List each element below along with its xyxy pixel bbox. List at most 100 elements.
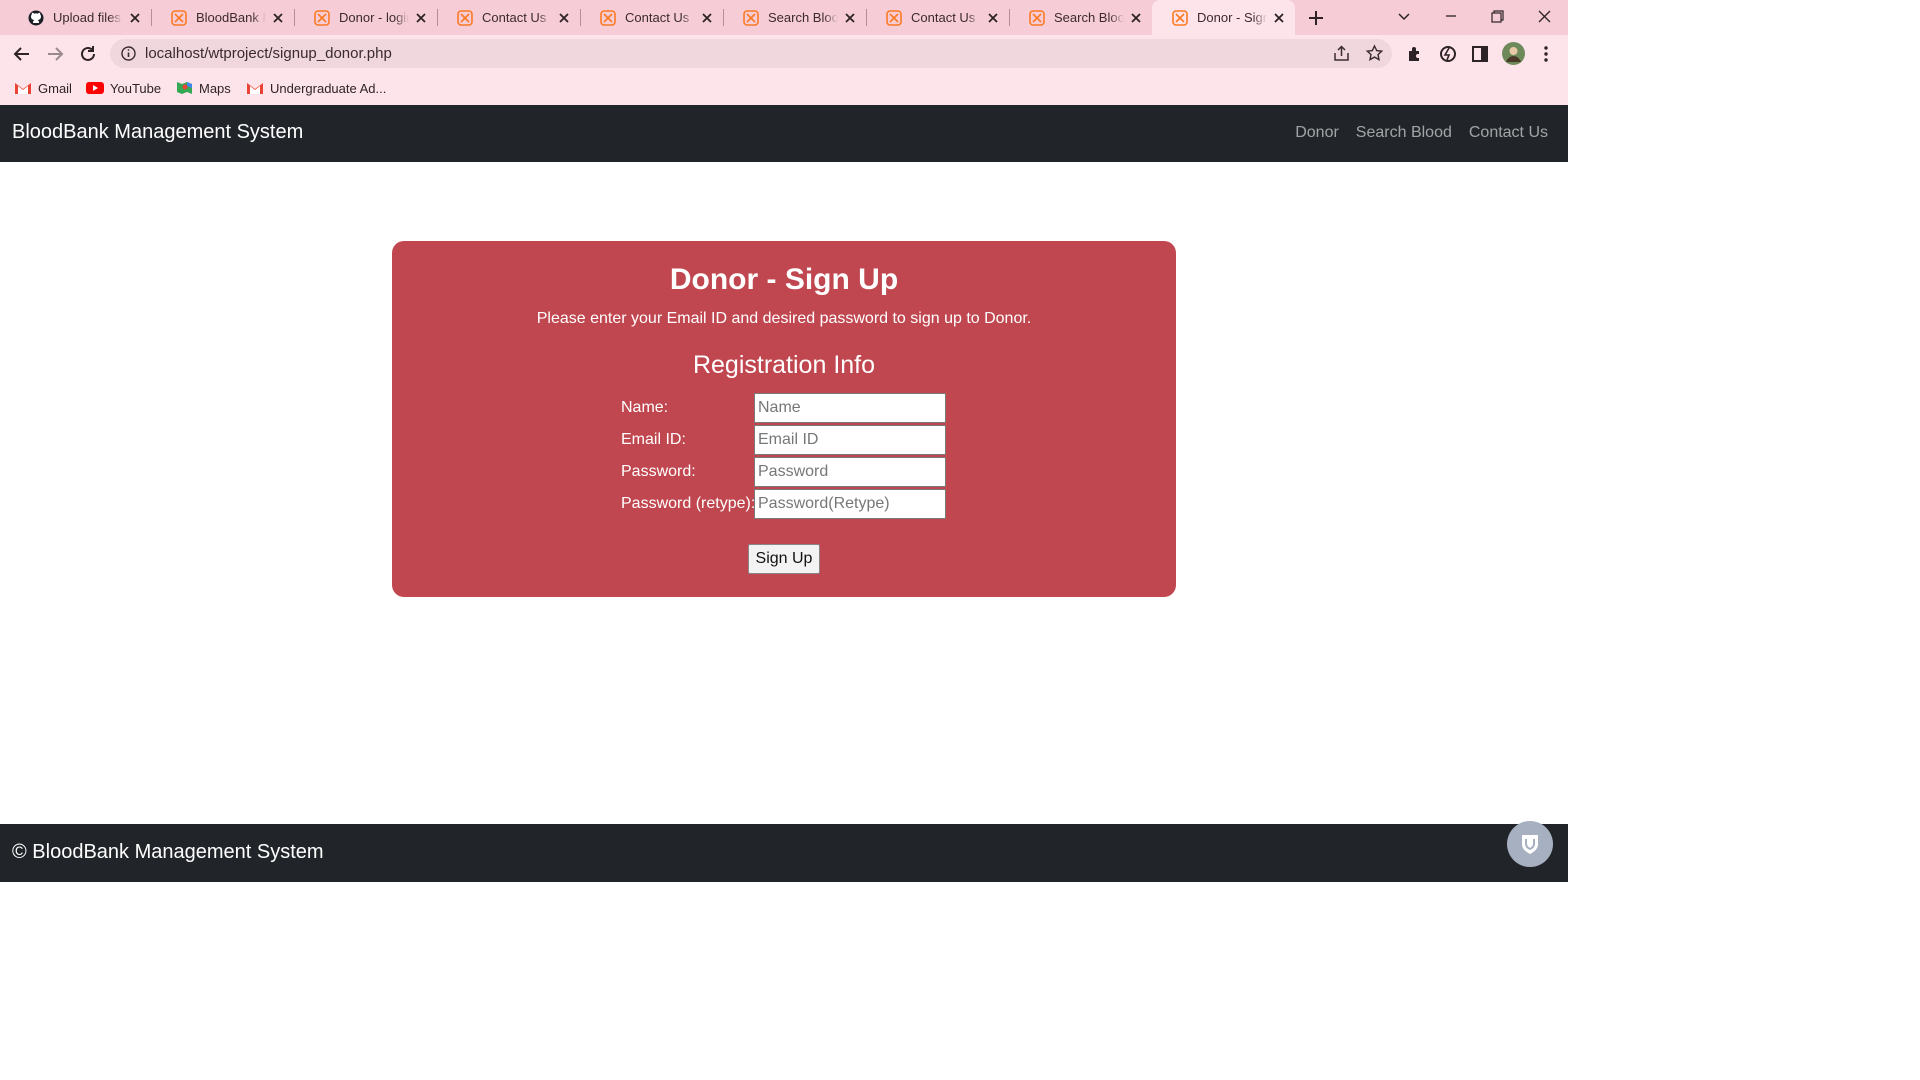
close-tab-icon[interactable] (556, 10, 572, 26)
tab-separator (151, 9, 152, 26)
tab-title: Donor - Sign U (1197, 10, 1267, 25)
extension-icon[interactable] (1438, 44, 1458, 64)
tab-title: Search Blood (768, 10, 838, 25)
close-tab-icon[interactable] (413, 10, 429, 26)
password-label: Password: (621, 463, 696, 480)
browser-tab[interactable]: Donor - login (294, 0, 437, 35)
xampp-icon (457, 9, 473, 26)
close-tab-icon[interactable] (270, 10, 286, 26)
gmail-icon (15, 83, 31, 94)
sign-up-button[interactable]: Sign Up (748, 544, 820, 574)
browser-tab[interactable]: Donor - Sign U (1152, 0, 1295, 35)
name-input[interactable] (754, 393, 946, 423)
tab-title: Contact Us (625, 10, 690, 25)
share-icon[interactable] (1332, 44, 1351, 63)
side-panel-icon[interactable] (1470, 44, 1490, 64)
name-label: Name: (621, 399, 669, 416)
nav-links: Donor Search Blood Contact Us (1295, 124, 1548, 142)
browser-tab[interactable]: BloodBank Ma (151, 0, 294, 35)
form-row-email: Email ID: (621, 425, 951, 455)
extensions-puzzle-icon[interactable] (1405, 44, 1425, 64)
address-bar[interactable]: localhost/wtproject/signup_donor.php (110, 39, 1392, 68)
tab-title: Search Blood (1054, 10, 1124, 25)
bookmark-gmail[interactable]: Gmail (14, 79, 72, 97)
browser-tab[interactable]: Search Blood (723, 0, 866, 35)
xampp-icon (743, 9, 759, 26)
form-row-name: Name: (621, 393, 951, 423)
bookmark-label: Gmail (38, 80, 72, 96)
reload-icon[interactable] (77, 43, 99, 65)
tab-title: Donor - login (339, 10, 409, 25)
bookmark-label: Maps (199, 80, 231, 96)
password-retype-label: Password (retype): (621, 495, 756, 512)
tab-search-icon[interactable] (1392, 6, 1416, 28)
tab-title: Contact Us (482, 10, 547, 25)
section-title: Registration Info (692, 351, 876, 379)
email-label: Email ID: (621, 431, 686, 448)
tab-separator (580, 9, 581, 26)
url-text[interactable]: localhost/wtproject/signup_donor.php (145, 45, 392, 62)
close-tab-icon[interactable] (1271, 10, 1287, 26)
bookmarks-bar: Gmail YouTube Maps Undergraduate Ad... (0, 72, 1568, 105)
site-brand[interactable]: BloodBank Management System (12, 121, 303, 144)
nav-link-search-blood[interactable]: Search Blood (1356, 124, 1452, 142)
xampp-icon (886, 9, 902, 26)
site-navbar: BloodBank Management System Donor Search… (0, 105, 1568, 162)
xampp-icon (1172, 9, 1188, 26)
profile-avatar[interactable] (1502, 42, 1525, 65)
browser-menu-icon[interactable] (1536, 44, 1556, 64)
nav-link-contact-us[interactable]: Contact Us (1469, 124, 1548, 142)
email-input[interactable] (754, 425, 946, 455)
browser-toolbar: localhost/wtproject/signup_donor.php (0, 35, 1568, 72)
xampp-icon (1029, 9, 1045, 26)
minimize-icon[interactable] (1439, 6, 1463, 28)
back-arrow-icon[interactable] (11, 43, 33, 65)
github-icon (28, 10, 44, 25)
bookmark-star-icon[interactable] (1365, 44, 1384, 63)
floating-shield-button[interactable] (1507, 821, 1553, 867)
tab-title: Contact Us (911, 10, 976, 25)
xampp-icon (600, 9, 616, 26)
password-input[interactable] (754, 457, 946, 487)
browser-tab[interactable]: Contact Us (580, 0, 723, 35)
bookmark-label: Undergraduate Ad... (270, 80, 387, 96)
bookmark-undergraduate[interactable]: Undergraduate Ad... (246, 79, 386, 97)
close-tab-icon[interactable] (127, 10, 143, 26)
site-footer: © BloodBank Management System (0, 824, 1568, 882)
form-row-password-retype: Password (retype): (621, 489, 951, 519)
bookmark-youtube[interactable]: YouTube (86, 79, 161, 97)
browser-tab[interactable]: Contact Us (437, 0, 580, 35)
nav-link-donor[interactable]: Donor (1295, 124, 1339, 142)
browser-tab[interactable]: Contact Us (866, 0, 1009, 35)
site-info-icon[interactable] (120, 45, 137, 62)
youtube-icon (86, 82, 104, 94)
restore-icon[interactable] (1485, 6, 1509, 28)
browser-tab[interactable]: Upload files · n (8, 0, 151, 35)
close-tab-icon[interactable] (699, 10, 715, 26)
tab-separator (437, 9, 438, 26)
tab-separator (866, 9, 867, 26)
tab-separator (294, 9, 295, 26)
shield-icon (1522, 835, 1538, 854)
forward-arrow-icon[interactable] (44, 43, 66, 65)
close-tab-icon[interactable] (842, 10, 858, 26)
browser-tab[interactable]: Search Blood (1009, 0, 1152, 35)
new-tab-icon[interactable] (1304, 6, 1328, 30)
close-tab-icon[interactable] (985, 10, 1001, 26)
close-window-icon[interactable] (1532, 6, 1556, 28)
bookmark-label: YouTube (110, 80, 162, 96)
close-tab-icon[interactable] (1128, 10, 1144, 26)
tab-separator (723, 9, 724, 26)
form-row-password: Password: (621, 457, 951, 487)
tab-separator (1009, 9, 1010, 26)
signup-card: Donor - Sign Up Please enter your Email … (392, 241, 1176, 597)
xampp-icon (171, 9, 187, 26)
maps-icon (177, 82, 192, 94)
tab-title: BloodBank Ma (196, 10, 266, 25)
tab-title: Upload files · n (53, 10, 123, 25)
bookmark-maps[interactable]: Maps (175, 79, 231, 97)
signup-instructions: Please enter your Email ID and desired p… (536, 310, 1032, 327)
page-title: Donor - Sign Up (669, 263, 899, 296)
footer-copyright: © BloodBank Management System (12, 841, 324, 863)
password-retype-input[interactable] (754, 489, 946, 519)
